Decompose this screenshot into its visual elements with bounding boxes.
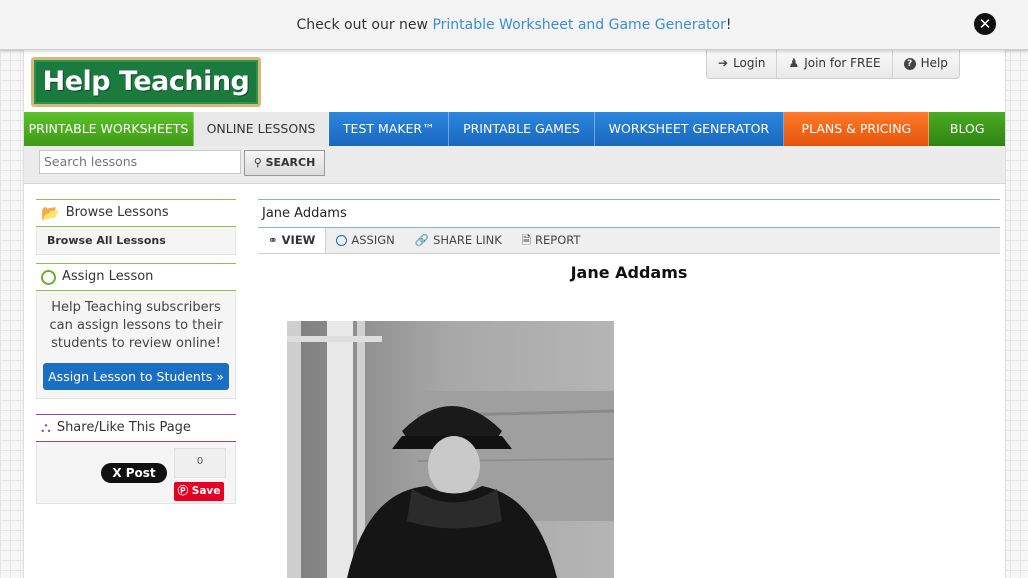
lesson-title-bar: Jane Addams (258, 199, 1000, 226)
tab-view[interactable]: ⚭ VIEW (258, 228, 327, 253)
nav-printable-worksheets[interactable]: PRINTABLE WORKSHEETS (24, 112, 194, 146)
tab-report-label: REPORT (535, 233, 581, 247)
share-icon: ⛬ (41, 420, 51, 436)
lesson-heading: Jane Addams (570, 263, 688, 282)
login-label: Login (733, 56, 766, 70)
clock-icon (41, 269, 56, 285)
help-button[interactable]: ? Help (893, 49, 959, 78)
person-icon: ♟ (788, 56, 800, 70)
tab-assign[interactable]: ASSIGN (326, 228, 404, 253)
share-like-title: Share/Like This Page (56, 420, 191, 435)
assign-lesson-to-students-button[interactable]: Assign Lesson to Students » (43, 363, 229, 390)
assign-lesson-description: Help Teaching subscribers can assign les… (49, 300, 223, 351)
page-container: Help Teaching ➔ Login ♟ Join for FREE ? … (23, 49, 1006, 578)
announcement-text: Check out our new (296, 17, 433, 33)
assign-lesson-title: Assign Lesson (62, 269, 154, 284)
clock-icon (336, 235, 348, 246)
browse-lessons-title: Browse Lessons (65, 205, 169, 220)
nav-printable-games[interactable]: PRINTABLE GAMES (449, 112, 595, 146)
folder-open-icon: 📂 (41, 204, 60, 222)
nav-blog[interactable]: BLOG (929, 112, 1005, 146)
question-icon: ? (903, 57, 916, 70)
tab-assign-label: ASSIGN (351, 233, 395, 247)
tab-report[interactable]: 🗎 REPORT (512, 228, 591, 253)
search-button[interactable]: ⚲ SEARCH (244, 150, 325, 176)
assign-lesson-header: Assign Lesson (36, 263, 236, 291)
announcement-bar: Check out our new Printable Worksheet an… (0, 0, 1028, 50)
site-logo[interactable]: Help Teaching (31, 57, 261, 107)
assign-lesson-box: Assign Lesson Help Teaching subscribers … (36, 263, 236, 399)
tab-share-link[interactable]: 🔗 SHARE LINK (405, 228, 512, 253)
lesson-tabs: ⚭ VIEW ASSIGN 🔗 SHARE LINK 🗎 REPORT (258, 227, 1000, 254)
join-label: Join for FREE (804, 56, 881, 70)
nav-online-lessons[interactable]: ONLINE LESSONS (193, 112, 330, 146)
search-input[interactable] (39, 150, 241, 174)
share-like-box: ⛬ Share/Like This Page X Post 0 Ⓟ Save (36, 414, 236, 504)
search-bar: ⚲ SEARCH (24, 146, 1005, 184)
pinterest-save-button[interactable]: Ⓟ Save (174, 482, 224, 501)
browse-lessons-header: 📂 Browse Lessons (36, 199, 236, 227)
main-nav: PRINTABLE WORKSHEETS ONLINE LESSONS TEST… (24, 112, 1005, 146)
generator-link[interactable]: Printable Worksheet and Game Generator (432, 17, 725, 33)
pinterest-icon: Ⓟ (177, 485, 189, 497)
share-like-header: ⛬ Share/Like This Page (36, 414, 236, 442)
tab-share-link-label: SHARE LINK (433, 233, 502, 247)
x-post-button[interactable]: X Post (101, 463, 167, 483)
document-icon: 🗎 (521, 233, 531, 247)
join-button[interactable]: ♟ Join for FREE (777, 49, 893, 78)
share-count: 0 (174, 448, 226, 478)
close-announcement-button[interactable]: ✕ (974, 13, 996, 35)
login-button[interactable]: ➔ Login (707, 49, 778, 78)
tab-view-label: VIEW (281, 233, 316, 247)
search-button-label: SEARCH (265, 156, 316, 169)
nav-worksheet-generator[interactable]: WORKSHEET GENERATOR (594, 112, 785, 146)
browse-lessons-box: 📂 Browse Lessons Browse All Lessons (36, 199, 236, 255)
lesson-photo (287, 321, 614, 578)
nav-plans-pricing[interactable]: PLANS & PRICING (784, 112, 930, 146)
search-icon: ⚲ (253, 156, 262, 169)
browse-all-lessons-link[interactable]: Browse All Lessons (37, 227, 235, 254)
help-label: Help (920, 56, 948, 70)
pin-save-label: Save (191, 485, 221, 497)
binoculars-icon: ⚭ (268, 233, 278, 247)
account-buttons: ➔ Login ♟ Join for FREE ? Help (706, 49, 960, 79)
sign-in-icon: ➔ (718, 56, 729, 70)
link-icon: 🔗 (414, 233, 430, 247)
announcement-suffix: ! (725, 17, 732, 33)
nav-test-maker[interactable]: TEST MAKER™ (329, 112, 450, 146)
